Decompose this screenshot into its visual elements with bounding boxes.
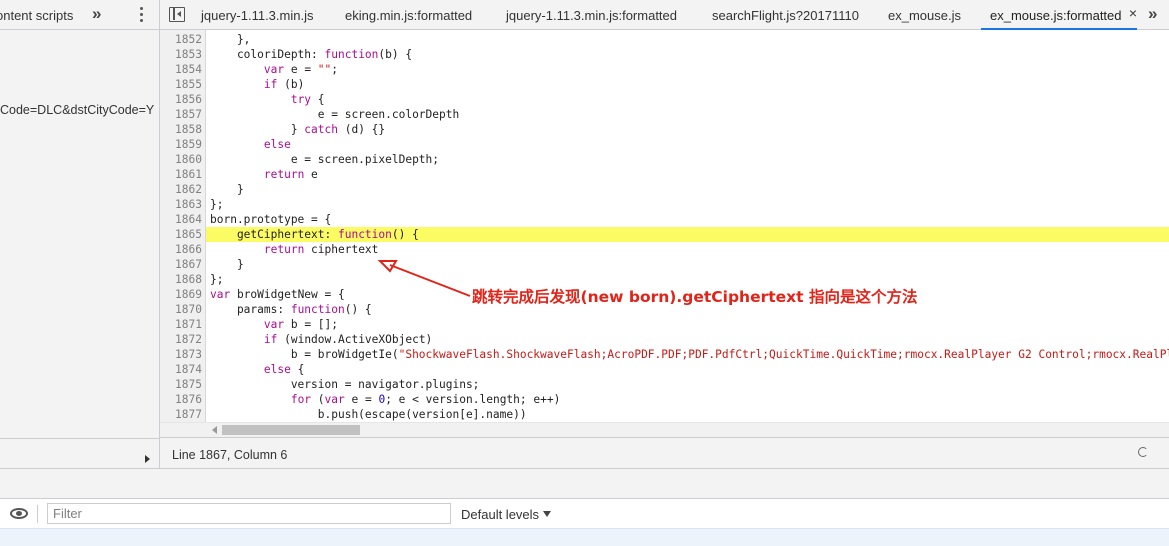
navigator-file-entry[interactable]: Code=DLC&dstCityCode=Y	[0, 103, 154, 117]
code-line-text: version = navigator.plugins;	[210, 378, 480, 391]
line-number[interactable]: 1862	[160, 182, 202, 197]
line-number[interactable]: 1870	[160, 302, 202, 317]
close-tab-icon[interactable]: ×	[1129, 5, 1137, 21]
code-line-text: if (b)	[263, 78, 305, 91]
line-number[interactable]: 1855	[160, 77, 202, 92]
navigator-tabbar: ontent scripts »	[0, 0, 159, 30]
navigator-footer	[0, 438, 159, 468]
more-tabs-icon[interactable]: »	[92, 4, 101, 24]
tab-jquery-min[interactable]: jquery-1.11.3.min.js	[201, 0, 313, 30]
console-toolbar: Default levels	[0, 498, 1169, 528]
editor-statusbar: Line 1867, Column 6	[160, 437, 1169, 468]
tab-searchflight[interactable]: searchFlight.js?20171110	[712, 0, 859, 30]
line-number[interactable]: 1856	[160, 92, 202, 107]
line-number[interactable]: 1871	[160, 317, 202, 332]
code-line-text: for (var e = 0; e < version.length; e++)	[290, 393, 561, 406]
eye-icon[interactable]	[10, 508, 28, 519]
toggle-navigator-icon[interactable]	[169, 7, 185, 22]
code-line-text: try {	[290, 93, 325, 106]
tab-ex-mouse[interactable]: ex_mouse.js	[888, 0, 961, 30]
log-levels-dropdown[interactable]: Default levels	[461, 507, 552, 522]
tab-ex-mouse-formatted[interactable]: ex_mouse.js:formatted ×	[981, 0, 1137, 30]
line-number[interactable]: 1869	[160, 287, 202, 302]
scroll-left-icon[interactable]	[212, 426, 217, 434]
code-line-text: born.prototype = {	[210, 213, 332, 226]
navigator-pane: ontent scripts » Code=DLC&dstCityCode=Y	[0, 0, 160, 468]
line-number[interactable]: 1874	[160, 362, 202, 377]
console-filter-input[interactable]	[47, 503, 451, 524]
code-line-text: var b = [];	[263, 318, 338, 331]
line-number[interactable]: 1860	[160, 152, 202, 167]
editor-tabbar: jquery-1.11.3.min.js eking.min.js:format…	[160, 0, 1169, 30]
code-line-text: coloriDepth: function(b) {	[210, 48, 413, 61]
toolbar-divider	[37, 505, 38, 523]
line-number[interactable]: 1873	[160, 347, 202, 362]
code-line-text: } catch (d) {}	[210, 123, 386, 136]
line-number[interactable]: 1866	[160, 242, 202, 257]
code-line-text: e = screen.pixelDepth;	[210, 153, 440, 166]
code-line-text: e = screen.colorDepth	[210, 108, 460, 121]
coverage-icon[interactable]	[1138, 447, 1148, 457]
code-line-text: return ciphertext	[263, 243, 379, 256]
code-line-text: }	[210, 183, 244, 196]
code-line-text: var broWidgetNew = {	[210, 288, 345, 301]
code-line-text: return e	[263, 168, 318, 181]
tab-eking-formatted[interactable]: eking.min.js:formatted	[345, 0, 472, 30]
line-number[interactable]: 1876	[160, 392, 202, 407]
line-number[interactable]: 1859	[160, 137, 202, 152]
line-number[interactable]: 1858	[160, 122, 202, 137]
code-line-text: var e = "";	[263, 63, 339, 76]
code-editor[interactable]: }, coloriDepth: function(b) { var e = ""…	[206, 30, 1169, 422]
console-output[interactable]	[0, 528, 1169, 546]
tab-content-scripts[interactable]: ontent scripts	[0, 8, 73, 23]
line-number[interactable]: 1877	[160, 407, 202, 422]
line-number[interactable]: 1861	[160, 167, 202, 182]
line-number[interactable]: 1867	[160, 257, 202, 272]
scrollbar-thumb[interactable]	[222, 425, 360, 435]
code-line-text: params: function() {	[210, 303, 372, 316]
cursor-position: Line 1867, Column 6	[172, 448, 288, 462]
annotation-text: 跳转完成后发现(new born).getCiphertext 指向是这个方法	[472, 288, 918, 306]
code-line-text: b = broWidgetIe("ShockwaveFlash.Shockwav…	[210, 348, 1169, 361]
line-number[interactable]: 1857	[160, 107, 202, 122]
code-line-text: },	[210, 33, 251, 46]
caret-down-icon	[543, 511, 552, 517]
line-number[interactable]: 1865	[160, 227, 202, 242]
line-number[interactable]: 1853	[160, 47, 202, 62]
line-number[interactable]: 1875	[160, 377, 202, 392]
log-levels-label: Default levels	[461, 507, 540, 522]
tab-ex-mouse-formatted-label: ex_mouse.js:formatted	[990, 8, 1122, 23]
line-number[interactable]: 1872	[160, 332, 202, 347]
expand-arrow-icon[interactable]	[145, 455, 150, 463]
code-line-text: getCiphertext: function() {	[210, 228, 419, 241]
drawer-header	[0, 468, 1169, 498]
code-line-text: else {	[263, 363, 305, 376]
line-number-gutter: 1852 1853 1854 1855 1856 1857 1858 1859 1860 1861…	[160, 30, 206, 436]
gutter-scroll-corner	[160, 422, 206, 437]
code-line-text: };	[210, 198, 224, 211]
kebab-menu-icon[interactable]	[134, 5, 148, 25]
code-line-text: }	[210, 258, 244, 271]
horizontal-scrollbar[interactable]	[206, 422, 1169, 437]
code-line-text: b.push(escape(version[e].name))	[210, 408, 527, 421]
line-number[interactable]: 1852	[160, 32, 202, 47]
code-line-text: if (window.ActiveXObject)	[263, 333, 433, 346]
more-editor-tabs-icon[interactable]: »	[1148, 4, 1157, 24]
line-number[interactable]: 1854	[160, 62, 202, 77]
code-line-text: else	[263, 138, 291, 151]
line-number[interactable]: 1868	[160, 272, 202, 287]
line-number[interactable]: 1864	[160, 212, 202, 227]
line-number[interactable]: 1863	[160, 197, 202, 212]
tab-jquery-formatted[interactable]: jquery-1.11.3.min.js:formatted	[506, 0, 677, 30]
code-line-text: };	[210, 273, 224, 286]
